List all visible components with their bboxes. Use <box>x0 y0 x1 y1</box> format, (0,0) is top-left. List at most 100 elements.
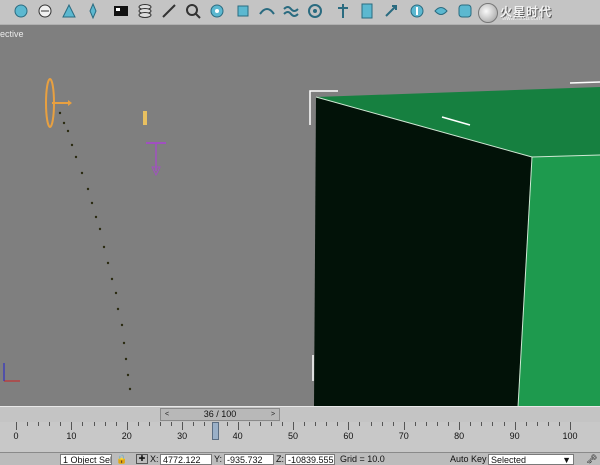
brand-logo: 火星时代 www.hxsd.com <box>478 3 588 23</box>
y-coordinate-field[interactable]: -935.732 <box>224 454 274 465</box>
frame-tick <box>525 422 527 426</box>
frame-tick <box>104 422 106 426</box>
render-icon[interactable] <box>112 2 130 20</box>
frame-tick <box>492 422 494 426</box>
frame-tick <box>326 422 328 426</box>
character-icon[interactable] <box>408 2 426 20</box>
time-slider-track[interactable]: < 36 / 100 > <box>160 408 280 421</box>
frame-tick <box>60 422 62 426</box>
frame-tick <box>370 422 372 426</box>
frame-label: 10 <box>66 431 77 441</box>
systems-icon[interactable] <box>382 2 400 20</box>
x-label: X: <box>150 454 159 464</box>
frame-label: 50 <box>287 431 299 441</box>
frame-label: 40 <box>232 431 243 441</box>
frame-tick <box>304 422 306 426</box>
frame-tick <box>558 422 560 426</box>
frame-tick <box>82 422 84 426</box>
frame-label: 0 <box>13 431 19 441</box>
x-coordinate-field[interactable]: 4772.122 <box>160 454 212 465</box>
selection-bracket <box>569 81 600 84</box>
bones-icon[interactable] <box>358 2 376 20</box>
z-coordinate-field[interactable]: -10839.555 <box>285 454 335 465</box>
frame-tick <box>270 422 272 426</box>
frame-tick <box>226 422 228 426</box>
frame-tick <box>359 422 361 426</box>
frame-label: 30 <box>177 431 188 441</box>
layer-icon[interactable] <box>136 2 154 20</box>
frame-tick <box>503 422 505 426</box>
frame-label: 100 <box>562 431 578 441</box>
hierarchy-icon[interactable] <box>432 2 450 20</box>
absolute-mode-icon[interactable]: ✚ <box>136 454 148 464</box>
frame-tick <box>315 422 317 426</box>
frame-tick <box>259 422 261 426</box>
frame-tick <box>448 422 450 426</box>
frame-tick <box>16 422 17 430</box>
frame-tick <box>171 422 173 426</box>
frame-tick <box>381 422 383 426</box>
frame-tick <box>248 422 250 426</box>
frame-tick <box>425 422 427 426</box>
brand-sub: www.hxsd.com <box>502 16 543 22</box>
perspective-viewport[interactable]: ective <box>0 24 600 407</box>
render-setup-icon[interactable] <box>208 2 226 20</box>
create-shape-icon[interactable] <box>258 2 276 20</box>
lock-icon[interactable]: 🔒 <box>116 454 127 465</box>
curve-icon[interactable] <box>160 2 178 20</box>
frame-tick <box>437 422 439 426</box>
frame-label: 70 <box>398 431 409 441</box>
select-object-icon[interactable] <box>12 2 30 20</box>
time-slider[interactable]: < 36 / 100 > <box>0 406 600 423</box>
helpers-icon[interactable] <box>306 2 324 20</box>
viewport-scene <box>3 78 600 407</box>
frame-tick <box>414 422 416 426</box>
frame-tick <box>182 422 184 430</box>
move-icon[interactable] <box>84 2 102 20</box>
select-by-name-icon[interactable] <box>36 2 54 20</box>
globe-icon <box>478 3 498 23</box>
frame-label: 90 <box>509 431 520 441</box>
prev-frame-button[interactable]: < <box>161 409 173 420</box>
y-label: Y: <box>214 454 223 464</box>
key-icon[interactable]: 🗝 <box>586 454 597 465</box>
lights-icon[interactable] <box>282 2 300 20</box>
selection-status: 1 Object Sele <box>60 454 112 465</box>
frame-tick <box>470 422 472 426</box>
frame-tick <box>204 422 206 426</box>
frame-tick <box>481 422 483 426</box>
track-bar[interactable]: 0 10 20 30 40 50 60 70 80 90 100 <box>0 422 600 452</box>
quick-render-icon[interactable] <box>234 2 252 20</box>
frame-tick <box>337 422 339 426</box>
frame-tick <box>93 422 95 426</box>
transform-icon[interactable] <box>60 2 78 20</box>
frame-tick <box>348 422 350 430</box>
frame-tick <box>148 422 150 426</box>
frame-tick <box>514 422 516 430</box>
world-axis-icon <box>3 363 20 382</box>
time-cursor[interactable] <box>212 422 220 440</box>
frame-tick <box>126 422 128 430</box>
z-label: Z: <box>276 454 284 464</box>
frame-tick <box>403 422 405 430</box>
grid-status: Grid = 10.0 <box>340 454 385 464</box>
particle-emitter <box>45 78 72 128</box>
frame-tick <box>38 422 40 426</box>
frame-tick <box>115 422 117 426</box>
frame-tick <box>293 422 294 430</box>
frame-tick <box>237 422 239 430</box>
frame-tick <box>27 422 29 426</box>
frame-counter: 36 / 100 <box>203 409 237 419</box>
frame-tick <box>160 422 162 426</box>
frame-tick <box>459 422 461 430</box>
frame-tick <box>49 422 51 426</box>
key-filter-select[interactable]: Selected ▼ <box>488 454 574 465</box>
auto-key-button[interactable]: Auto Key <box>450 454 487 465</box>
next-frame-button[interactable]: > <box>267 409 279 420</box>
space-warps-icon[interactable] <box>334 2 352 20</box>
particle-trail <box>58 111 132 391</box>
material-icon[interactable] <box>184 2 202 20</box>
motion-icon[interactable] <box>456 2 474 20</box>
wind-gizmo <box>146 142 166 177</box>
frame-label: 80 <box>454 431 465 441</box>
